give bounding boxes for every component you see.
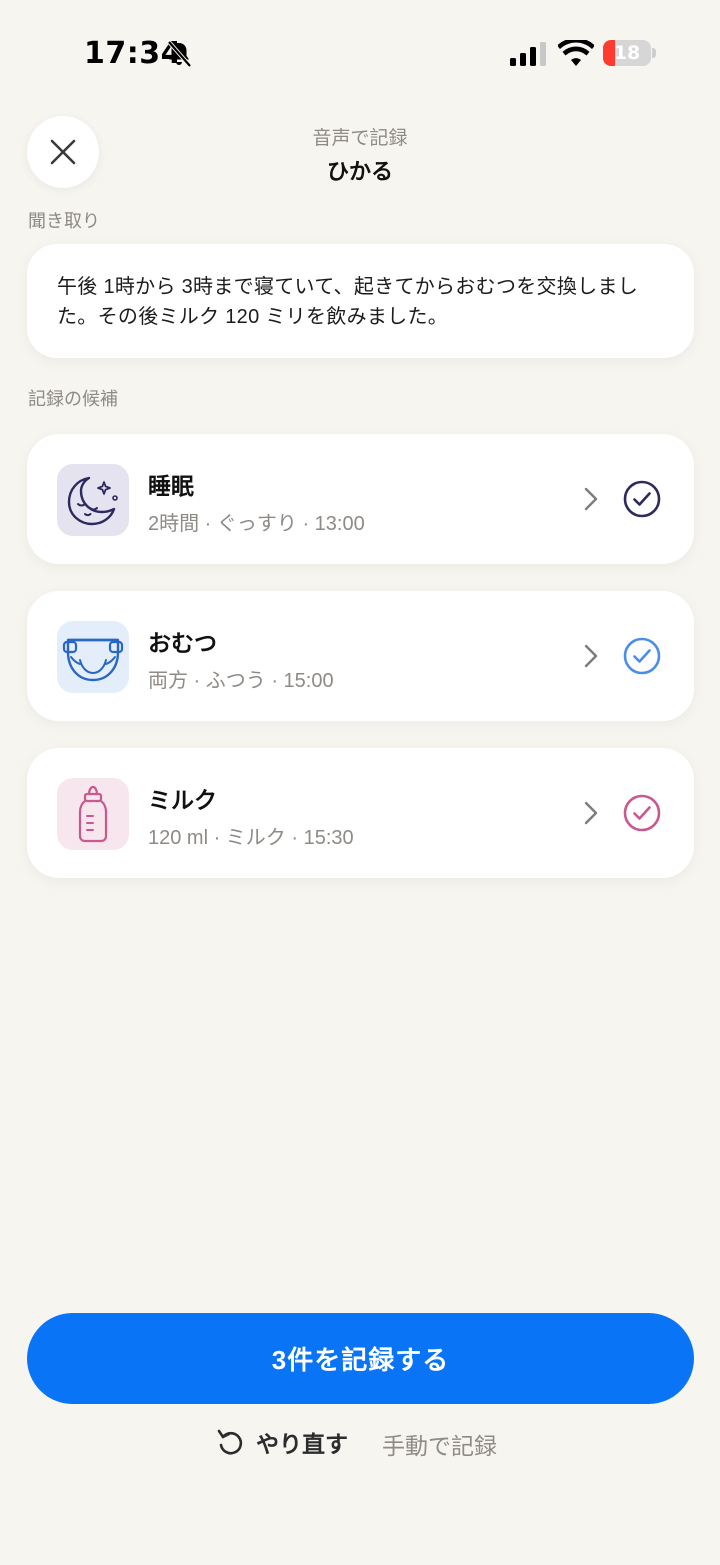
cellular-signal-icon [510, 42, 546, 66]
candidate-card-diaper[interactable]: おむつ 両方 · ふつう · 15:00 [27, 591, 694, 721]
candidate-card-milk[interactable]: ミルク 120 ml · ミルク · 15:30 [27, 748, 694, 878]
check-circle-icon[interactable] [623, 637, 661, 675]
check-circle-icon[interactable] [623, 480, 661, 518]
candidate-title: おむつ [148, 630, 217, 656]
chevron-right-icon [584, 801, 598, 825]
diaper-icon-tile [57, 621, 129, 693]
status-bar: 17:34 18 [0, 0, 720, 100]
wifi-icon [558, 40, 594, 66]
candidate-detail: 2時間 · ぐっすり · 13:00 [148, 513, 365, 535]
voice-record-screen: 17:34 18 音声で記録 ひかる 聞き取り 午後 1時から 3時まで寝ていて… [0, 0, 720, 1565]
candidate-title: 睡眠 [148, 473, 194, 499]
milk-icon-tile [57, 778, 129, 850]
sleep-icon-tile [57, 464, 129, 536]
transcript-text: 午後 1時から 3時まで寝ていて、起きてからおむつを交換しました。その後ミルク … [57, 276, 639, 328]
battery-icon: 18 [603, 40, 651, 66]
check-circle-icon[interactable] [623, 794, 661, 832]
candidate-detail: 120 ml · ミルク · 15:30 [148, 827, 354, 849]
diaper-icon [62, 638, 124, 682]
candidate-detail: 両方 · ふつう · 15:00 [148, 670, 334, 692]
redo-button[interactable]: やり直す [216, 1422, 348, 1462]
chevron-right-icon [584, 644, 598, 668]
redo-icon [217, 1429, 243, 1455]
page-title: ひかる [326, 159, 393, 184]
moon-icon [67, 476, 118, 526]
chevron-right-icon [584, 487, 598, 511]
header-subtitle: 音声で記録 [312, 128, 408, 149]
bell-slash-icon [167, 40, 192, 68]
candidate-title: ミルク [148, 787, 217, 813]
baby-bottle-icon [78, 785, 108, 843]
candidates-label: 記録の候補 [28, 389, 118, 409]
redo-label: やり直す [256, 1431, 348, 1457]
transcript-label: 聞き取り [28, 211, 100, 231]
battery-level: 18 [613, 42, 641, 64]
transcript-card: 午後 1時から 3時まで寝ていて、起きてからおむつを交換しました。その後ミルク … [27, 244, 694, 358]
manual-record-link[interactable]: 手動で記録 [382, 1427, 497, 1461]
candidate-card-sleep[interactable]: 睡眠 2時間 · ぐっすり · 13:00 [27, 434, 694, 564]
record-all-button[interactable]: 3件を記録する [27, 1313, 694, 1404]
battery-nub [652, 48, 656, 58]
